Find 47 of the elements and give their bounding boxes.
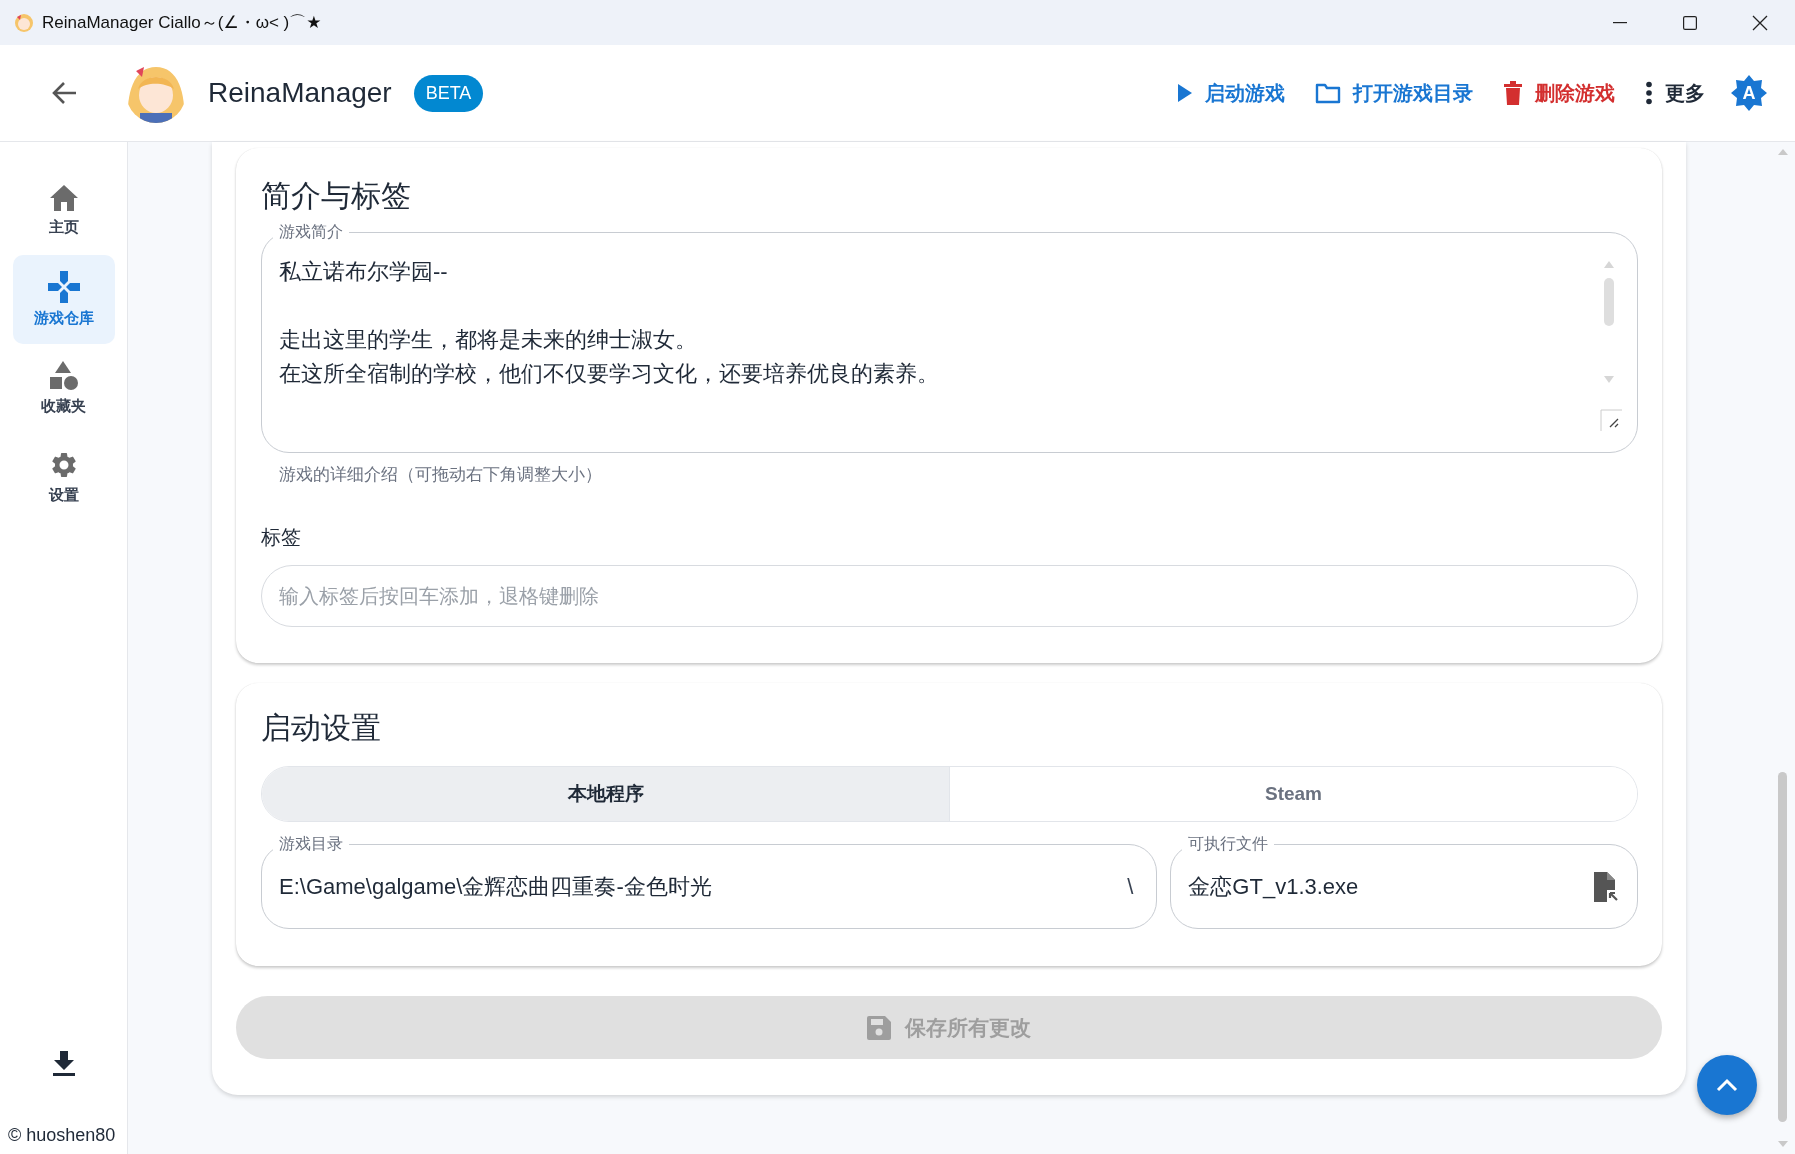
nav-item[interactable]: 收藏夹: [12, 344, 115, 433]
resize-handle-icon[interactable]: [1600, 409, 1622, 431]
app-name: ReinaManager: [208, 77, 392, 109]
tags-input[interactable]: 输入标签后按回车添加，退格键删除: [261, 565, 1638, 627]
save-icon: [867, 1015, 891, 1040]
play-action[interactable]: 启动游戏: [1173, 73, 1289, 113]
tags-label: 标签: [261, 525, 302, 550]
field-label: 可执行文件: [1182, 834, 1275, 854]
folder-icon: [1315, 82, 1341, 104]
executable-field[interactable]: 可执行文件 金恋GT_v1.3.exe: [1170, 834, 1638, 929]
delete-action[interactable]: 删除游戏: [1499, 73, 1619, 113]
scroll-up-icon[interactable]: [1776, 148, 1789, 156]
scroll-down-icon[interactable]: [1776, 1140, 1789, 1148]
section-title: 简介与标签: [261, 178, 412, 214]
maximize-icon: [1683, 15, 1697, 30]
gamepad-icon: [47, 271, 80, 303]
path-separator-button[interactable]: \: [1123, 869, 1138, 904]
field-label: 游戏目录: [273, 834, 349, 854]
shapes-icon: [48, 361, 79, 391]
minimize-icon: [1613, 21, 1627, 24]
window-title: ReinaManager Ciallo～(∠・ω< )⌒★: [42, 12, 323, 34]
home-icon: [48, 184, 79, 212]
nav-item[interactable]: 游戏仓库: [12, 255, 115, 344]
folder-action[interactable]: 打开游戏目录: [1311, 73, 1477, 113]
beta-badge: BETA: [413, 74, 484, 112]
nav-item[interactable]: 主页: [12, 166, 115, 255]
close-icon: [1752, 14, 1768, 31]
play-icon: [1177, 83, 1193, 103]
download-icon: [52, 1051, 75, 1077]
mode-tab[interactable]: 本地程序: [262, 767, 950, 821]
chevron-up-icon: [1716, 1078, 1738, 1092]
more-icon: [1645, 81, 1653, 105]
file-select-icon[interactable]: [1592, 871, 1618, 902]
section-title: 启动设置: [261, 710, 382, 746]
copyright-text: © huoshen80: [8, 1125, 116, 1146]
field-label: 游戏简介: [273, 222, 349, 242]
back-arrow-icon: [52, 81, 78, 105]
scroll-top-button[interactable]: [1697, 1055, 1757, 1115]
scroll-thumb[interactable]: [1778, 772, 1787, 1122]
nav-item[interactable]: 设置: [12, 433, 115, 522]
more-action[interactable]: 更多: [1641, 73, 1709, 113]
description-field[interactable]: 游戏简介 私立诺布尔学园-- 走出这里的学生，都将是未来的绅士淑女。 在这所全宿制的学校，他们不仅要学习文化，还要培养优良的素养。: [261, 222, 1638, 453]
account-button[interactable]: A: [1731, 75, 1767, 111]
trash-icon: [1503, 81, 1523, 105]
directory-field[interactable]: 游戏目录 E:\Game\galgame\金辉恋曲四重奏-金色时光 \: [261, 834, 1158, 929]
helper-text: 游戏的详细介绍（可拖动右下角调整大小）: [279, 464, 603, 486]
app-icon: [14, 12, 34, 33]
